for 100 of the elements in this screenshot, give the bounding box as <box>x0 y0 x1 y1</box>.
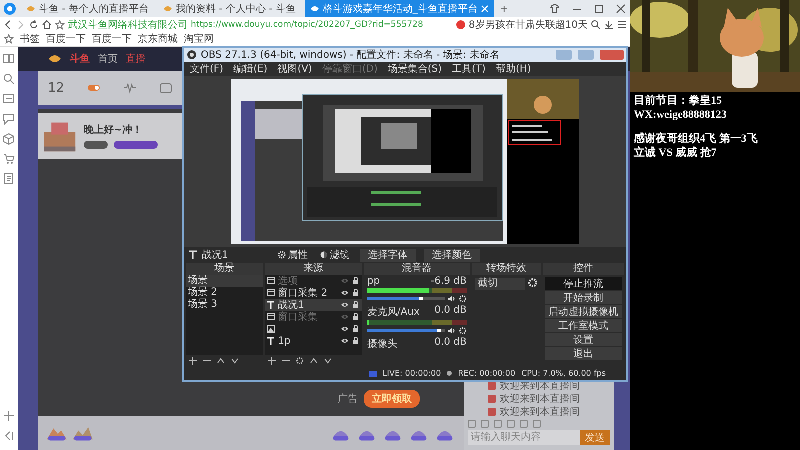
control-button[interactable]: 停止推流 <box>544 277 622 290</box>
volume-slider[interactable] <box>367 297 445 300</box>
document-icon[interactable] <box>3 173 15 185</box>
lock-icon[interactable] <box>352 301 360 309</box>
toolbar-button[interactable]: 属性 <box>276 248 310 262</box>
scene-item[interactable]: 场景 3 <box>186 299 264 311</box>
cube-icon[interactable] <box>3 133 15 145</box>
maximize-icon[interactable] <box>594 4 604 14</box>
add-icon[interactable] <box>268 357 276 365</box>
volume-slider[interactable] <box>367 329 445 332</box>
bookmark-link[interactable]: 百度一下 <box>46 32 86 46</box>
source-item[interactable]: 1p <box>265 335 362 347</box>
gear-icon <box>278 251 286 259</box>
bookmark-link[interactable]: 书签 <box>20 32 40 46</box>
tag-pill[interactable] <box>114 141 158 149</box>
control-button[interactable]: 开始录制 <box>544 291 622 304</box>
cart-icon[interactable] <box>3 153 15 165</box>
control-button[interactable]: 工作室模式 <box>544 319 622 332</box>
toolbar-button[interactable]: 滤镜 <box>318 248 352 262</box>
lock-icon[interactable] <box>352 337 360 345</box>
settings-icon[interactable] <box>458 294 467 302</box>
channel-reading: 0.0 dB <box>434 305 467 318</box>
toolbar-button[interactable]: 选择颜色 <box>424 248 480 262</box>
text-icon <box>267 337 276 345</box>
settings-icon[interactable] <box>458 326 467 334</box>
bookmark-link[interactable]: 淘宝网 <box>184 32 214 46</box>
eye-icon[interactable] <box>341 337 350 345</box>
card-icon[interactable] <box>3 93 15 105</box>
add-icon[interactable] <box>189 357 197 365</box>
source-item[interactable]: 窗口采集 2 <box>265 287 362 299</box>
eye-icon[interactable] <box>341 301 350 309</box>
new-tab-button[interactable]: + <box>498 2 511 16</box>
browser-logo-icon[interactable] <box>3 2 17 16</box>
lock-icon[interactable] <box>352 313 360 321</box>
bookmark-link[interactable]: 京东商城 <box>138 32 178 46</box>
scene-item[interactable]: 场景 <box>186 275 264 287</box>
browser-tab[interactable]: 格斗游戏嘉年华活动_斗鱼直播平台 <box>304 0 494 17</box>
chat-icon[interactable] <box>3 113 15 125</box>
chevron-down-icon[interactable] <box>324 357 332 365</box>
transition-dropdown[interactable]: 截切 <box>474 278 525 290</box>
settings-icon[interactable] <box>296 357 304 365</box>
window-icon <box>267 277 276 285</box>
panel-header: 来源 <box>265 263 362 275</box>
menu-item[interactable]: 文件(F) <box>190 62 224 76</box>
control-button[interactable]: 设置 <box>544 333 622 346</box>
collapse-icon[interactable] <box>3 430 15 442</box>
lock-icon[interactable] <box>352 277 360 285</box>
search-icon[interactable] <box>591 20 601 30</box>
panel-header: 场景 <box>186 263 264 275</box>
settings-icon[interactable] <box>528 278 538 288</box>
control-button[interactable]: 退出 <box>544 347 622 360</box>
source-item[interactable]: 窗口采集 <box>265 311 362 323</box>
live-time: LIVE: 00:00:00 <box>382 369 442 378</box>
source-item[interactable]: 选项 <box>265 275 362 287</box>
source-item[interactable]: 战况1 <box>265 299 362 311</box>
scene-item[interactable]: 场景 2 <box>186 287 264 299</box>
back-icon[interactable] <box>3 20 13 30</box>
news-headline[interactable]: 8岁男孩在甘肃失联超10天 <box>468 18 588 32</box>
chevron-up-icon[interactable] <box>310 357 318 365</box>
lock-icon[interactable] <box>352 289 360 297</box>
control-button[interactable]: 启动虚拟摄像机 <box>544 305 622 318</box>
chat-input-field[interactable]: 请输入聊天内容 <box>468 430 580 445</box>
menu-icon[interactable] <box>617 20 627 30</box>
eye-icon[interactable] <box>341 325 350 333</box>
refresh-icon[interactable] <box>29 20 39 30</box>
menu-item[interactable]: 编辑(E) <box>234 62 268 76</box>
waveform-icon[interactable] <box>122 81 137 95</box>
add-icon[interactable] <box>3 410 15 422</box>
bookmark-link[interactable]: 百度一下 <box>92 32 132 46</box>
browser-tab[interactable]: 我的资料 - 个人中心 - 斗鱼 <box>158 0 301 17</box>
channel-name: 麦克风/Aux <box>367 306 420 319</box>
search-icon[interactable] <box>3 73 15 85</box>
cpu-status: CPU: 7.0%, 60.00 fps <box>522 369 606 378</box>
nav-link[interactable]: 首页 <box>98 52 118 66</box>
lock-icon[interactable] <box>352 325 360 333</box>
nav-link[interactable]: 直播 <box>126 52 146 66</box>
eye-icon[interactable] <box>341 289 350 297</box>
speaker-icon[interactable] <box>448 326 456 334</box>
chevron-up-icon[interactable] <box>217 357 225 365</box>
tv-icon[interactable] <box>158 81 173 95</box>
shirt-icon[interactable] <box>550 4 560 14</box>
chevron-down-icon[interactable] <box>231 357 239 365</box>
menu-item[interactable]: 视图(V) <box>278 62 312 76</box>
book-icon[interactable] <box>3 53 15 65</box>
menu-item[interactable]: 工具(T) <box>452 62 486 76</box>
home-icon[interactable] <box>42 20 52 30</box>
speaker-icon[interactable] <box>448 294 456 302</box>
tag-pill[interactable] <box>84 141 108 149</box>
overlay-text: 目前节目：拳皇15 <box>634 94 723 108</box>
window-icon <box>267 289 276 297</box>
menu-item[interactable]: 帮助(H) <box>496 62 532 76</box>
toolbar-button[interactable]: 选择字体 <box>360 248 416 262</box>
star-icon[interactable] <box>55 20 65 30</box>
window-title: OBS 27.1.3 (64-bit, windows) - 配置文件: 未命名 - 场景: 未命名 <box>201 48 500 62</box>
star-icon[interactable] <box>4 34 14 44</box>
download-icon[interactable] <box>604 20 614 30</box>
menu-item[interactable]: 场景集合(S) <box>388 62 442 76</box>
panel-header: 转场特效 <box>472 263 541 275</box>
close-icon[interactable] <box>616 4 626 14</box>
browser-tab[interactable]: 斗鱼 - 每个人的直播平台 <box>21 0 154 17</box>
